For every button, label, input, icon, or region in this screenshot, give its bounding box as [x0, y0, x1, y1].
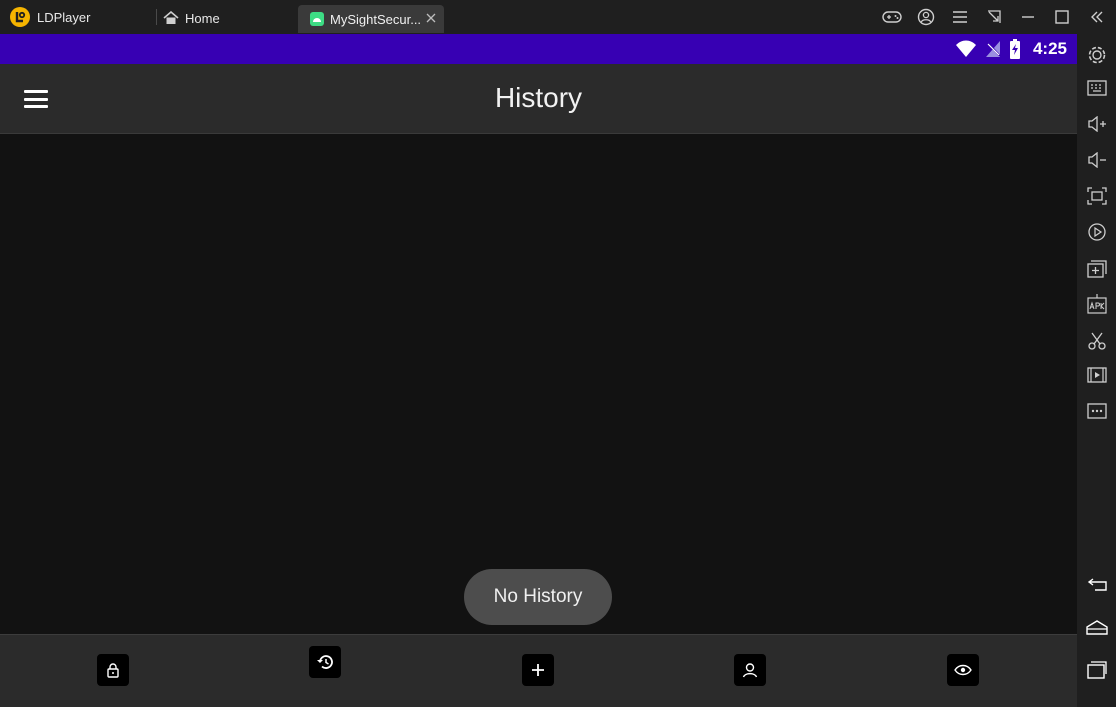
account-icon[interactable]	[916, 7, 936, 27]
no-history-toast: No History	[464, 569, 612, 625]
menu-icon[interactable]	[950, 7, 970, 27]
window-controls	[882, 7, 1106, 27]
app-bar: History	[0, 64, 1077, 134]
battery-charging-icon	[1009, 39, 1021, 59]
tab-home-label: Home	[185, 10, 220, 26]
tab-home[interactable]: Home	[163, 8, 220, 28]
no-signal-icon	[985, 40, 1001, 58]
android-app-icon	[310, 12, 324, 26]
back-icon[interactable]	[1086, 572, 1108, 594]
page-title: History	[494, 82, 583, 113]
volume-down-icon[interactable]	[1086, 149, 1108, 171]
minimize-icon[interactable]	[1018, 7, 1038, 27]
window-titlebar: LDPlayer Home MySightSecur...	[0, 0, 1116, 34]
multi-instance-icon[interactable]	[1086, 258, 1108, 280]
more-icon[interactable]	[1086, 400, 1108, 422]
nav-lock-button[interactable]	[97, 654, 129, 686]
emulator-toolbar	[1077, 0, 1116, 707]
app-name: LDPlayer	[37, 9, 91, 25]
nav-add-button[interactable]	[522, 654, 554, 686]
collapse-toolbar-icon[interactable]	[1086, 6, 1108, 28]
settings-icon[interactable]	[1086, 44, 1108, 66]
home-nav-icon[interactable]	[1086, 616, 1108, 638]
bottom-navigation	[0, 634, 1077, 707]
history-icon	[316, 654, 334, 670]
ldplayer-logo-icon	[10, 7, 30, 27]
gamepad-icon[interactable]	[882, 7, 902, 27]
lock-icon	[106, 662, 120, 678]
keyboard-icon[interactable]	[1086, 77, 1108, 99]
wifi-icon	[955, 40, 977, 58]
status-time: 4:25	[1032, 39, 1067, 58]
fullscreen-icon[interactable]	[1086, 185, 1108, 207]
nav-eye-button[interactable]	[947, 654, 979, 686]
tab-divider	[156, 9, 157, 25]
tab-mysightsecurity[interactable]: MySightSecur...	[298, 5, 444, 33]
status-icons: 4:25	[955, 38, 1067, 60]
volume-up-icon[interactable]	[1086, 113, 1108, 135]
recents-icon[interactable]	[1086, 659, 1108, 681]
android-screen: 4:25 History No History	[0, 34, 1077, 707]
eye-icon	[954, 664, 972, 676]
history-list-area	[0, 134, 1077, 634]
maximize-icon[interactable]	[1052, 7, 1072, 27]
add-icon	[531, 663, 545, 677]
nav-profile-button[interactable]	[734, 654, 766, 686]
shrink-icon[interactable]	[984, 7, 1004, 27]
home-icon	[163, 11, 179, 25]
tab-close-icon[interactable]	[424, 11, 438, 25]
ldplayer-brand[interactable]: LDPlayer	[10, 7, 90, 27]
tab-active-label: MySightSecur...	[330, 11, 422, 27]
record-video-icon[interactable]	[1086, 364, 1108, 386]
status-bar: 4:25	[0, 34, 1077, 64]
profile-icon	[742, 662, 758, 678]
nav-history-button[interactable]	[309, 646, 341, 678]
scissors-icon[interactable]	[1086, 330, 1108, 352]
apk-install-icon[interactable]	[1086, 293, 1108, 315]
rotate-icon[interactable]	[1086, 221, 1108, 243]
